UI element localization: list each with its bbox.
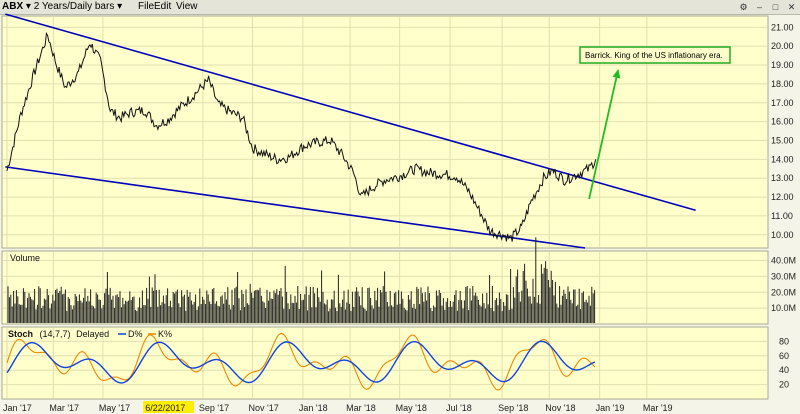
x-tick-label: Jan '19	[596, 403, 625, 413]
stoch-tick-label: 20	[779, 380, 789, 390]
price-tick-label: 13.00	[771, 173, 794, 183]
x-tick-label: Mar '19	[643, 403, 673, 413]
x-tick-label: May '18	[396, 403, 427, 413]
stoch-params: (14,7,7)	[40, 329, 71, 339]
price-tick-label: 10.00	[771, 230, 794, 240]
x-tick-label: Nov '18	[545, 403, 575, 413]
x-tick-label: Mar '18	[346, 403, 376, 413]
x-tick-label: Nov '17	[249, 403, 279, 413]
k-legend-label: K%	[158, 329, 172, 339]
price-tick-label: 15.00	[771, 135, 794, 145]
stoch-axis: 20 40 60 80	[779, 336, 789, 389]
price-tick-label: 14.00	[771, 154, 794, 164]
volume-title: Volume	[10, 253, 40, 263]
price-tick-label: 17.00	[771, 98, 794, 108]
d-legend-label: D%	[128, 329, 143, 339]
price-tick-label: 21.00	[771, 22, 794, 32]
price-tick-label: 11.00	[771, 211, 793, 221]
volume-axis: 10.0M 20.0M 30.0M 40.0M	[771, 256, 796, 314]
stoch-tick-label: 40	[779, 365, 789, 375]
x-tick-label: Jan '18	[299, 403, 328, 413]
x-tick-label: Jan '17	[3, 403, 32, 413]
x-tick-label: May '17	[99, 403, 130, 413]
chart-window: ABX ▾ 2 Years/Daily bars ▾ File Edit Vie…	[0, 0, 800, 414]
x-tick-label: Sep '18	[498, 403, 528, 413]
x-tick-label: Jul '18	[446, 403, 472, 413]
price-tick-label: 20.00	[771, 41, 794, 51]
x-tick-label: Sep '17	[199, 403, 229, 413]
stoch-tick-label: 80	[779, 336, 789, 346]
x-tick-label: Mar '17	[49, 403, 79, 413]
volume-tick-label: 10.0M	[771, 303, 796, 313]
x-tick-label: 6/22/2017	[145, 403, 185, 413]
stoch-tick-label: 60	[779, 351, 789, 361]
chart-canvas: 10.00 11.00 12.00 13.00 14.00 15.00 16.00 17.00…	[1, 13, 796, 413]
stoch-delayed: Delayed	[76, 329, 109, 339]
volume-tick-label: 20.0M	[771, 287, 796, 297]
volume-tick-label: 40.0M	[771, 256, 796, 266]
volume-tick-label: 30.0M	[771, 271, 796, 281]
annotation-box: Barrick. King of the US inflationary era…	[579, 46, 731, 64]
price-tick-label: 18.00	[771, 79, 794, 89]
x-axis: Jan '17 Mar '17 May '17 6/22/2017 Sep '17 Nov…	[3, 401, 673, 413]
stoch-label: Stoch	[8, 329, 33, 339]
price-tick-label: 16.00	[771, 117, 794, 127]
price-tick-label: 12.00	[771, 192, 794, 202]
annotation-text: Barrick. King of the US inflationary era…	[585, 51, 723, 60]
stoch-title: Stoch (14,7,7) Delayed	[8, 329, 109, 339]
price-tick-label: 19.00	[771, 60, 794, 70]
price-axis: 10.00 11.00 12.00 13.00 14.00 15.00 16.00 17.00…	[771, 22, 794, 239]
